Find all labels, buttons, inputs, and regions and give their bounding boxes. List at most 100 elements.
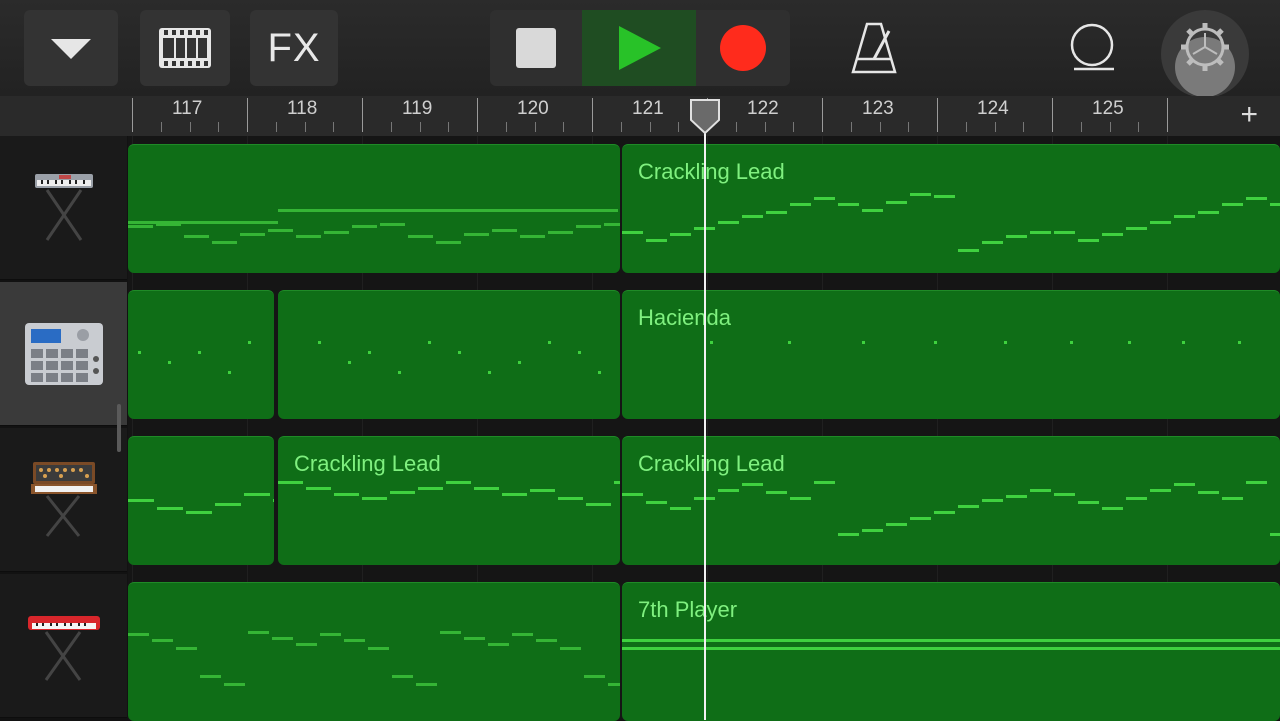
midi-note [272,637,293,640]
midi-note [224,683,245,686]
midi-note [334,493,359,496]
midi-note [622,493,643,496]
midi-note [1246,481,1267,484]
midi-note [1246,197,1267,200]
midi-note [440,631,461,634]
settings-button[interactable] [1150,6,1260,102]
midi-note [862,341,865,344]
midi-note [296,643,317,646]
play-button[interactable] [582,10,696,86]
midi-note [886,523,907,526]
bar-number: 118 [287,98,318,119]
chevron-down-icon [51,39,91,59]
beat-tick [850,122,852,132]
midi-note [718,221,739,224]
midi-note [128,225,153,228]
midi-note [436,241,461,244]
midi-note [1198,491,1219,494]
region-label: Crackling Lead [294,451,441,476]
midi-note [1270,533,1280,536]
midi-note [1126,497,1147,500]
midi-note [240,233,265,236]
add-section-button[interactable]: + [1240,100,1258,130]
midi-note [982,241,1003,244]
midi-note [766,491,787,494]
tracks-menu-button[interactable] [24,10,118,86]
bar-line [592,98,593,132]
region-label: Crackling Lead [638,451,785,476]
midi-note [536,639,557,642]
bar-line [477,98,478,132]
track-header-4[interactable] [0,574,127,718]
midi-note [1006,495,1027,498]
region-3c[interactable]: Crackling Lead [622,436,1280,565]
region-4a[interactable] [128,582,620,721]
track-list-scrollbar[interactable] [117,404,121,452]
midi-note [1102,507,1123,510]
bar-line [822,98,823,132]
midi-note [1150,221,1171,224]
beat-tick [505,122,507,132]
midi-note [518,361,521,364]
midi-note [474,487,499,490]
region-1a[interactable] [128,144,620,273]
midi-note [1054,493,1075,496]
midi-note [128,633,149,636]
midi-note [548,341,551,344]
midi-note [1004,341,1007,344]
region-2c[interactable]: Hacienda [622,290,1280,419]
region-3a[interactable] [128,436,274,565]
midi-note [718,489,739,492]
metronome-button[interactable] [842,10,906,86]
midi-note [212,241,237,244]
loop-browser-button[interactable] [140,10,230,86]
midi-note [348,361,351,364]
bar-line [247,98,248,132]
midi-note [1222,203,1243,206]
midi-note [368,647,389,650]
midi-note [320,633,341,636]
midi-note [1270,203,1280,206]
midi-note [586,503,611,506]
drum-machine-icon [24,322,103,385]
region-3b[interactable]: Crackling Lead [278,436,620,565]
beat-tick [1023,122,1025,132]
midi-note [766,211,787,214]
fx-button[interactable]: FX [250,10,338,86]
region-2b[interactable] [278,290,620,419]
record-button[interactable] [696,10,790,86]
region-1b[interactable]: Crackling Lead [622,144,1280,273]
midi-note [176,647,197,650]
midi-note [398,371,401,374]
midi-note [186,511,212,514]
midi-note [390,491,415,494]
midi-note [862,529,883,532]
beat-tick [304,122,306,132]
beat-tick [1109,122,1111,132]
track-header-2[interactable] [0,282,127,426]
midi-note [362,497,387,500]
record-icon [720,25,766,71]
midi-note [380,223,405,226]
analog-synth-icon [30,461,97,537]
region-4b[interactable]: 7th Player [622,582,1280,721]
playhead-handle[interactable] [688,98,722,136]
midi-note [1070,341,1073,344]
midi-note [710,341,713,344]
bar-number: 121 [632,98,664,119]
film-strip-icon [159,28,211,68]
midi-note [428,341,431,344]
region-2a[interactable] [128,290,274,419]
beat-tick [764,122,766,132]
midi-note [886,201,907,204]
midi-note [790,497,811,500]
stop-button[interactable] [490,10,582,86]
midi-note [215,503,241,506]
loop-button[interactable] [1060,10,1124,86]
midi-note [614,481,620,484]
play-icon [619,26,661,70]
track-header-1[interactable] [0,136,127,280]
track-header-3[interactable] [0,428,127,572]
bar-ruler[interactable]: 117 118 119 120 121 122 123 124 125 + [0,96,1280,137]
beat-tick [735,122,737,132]
